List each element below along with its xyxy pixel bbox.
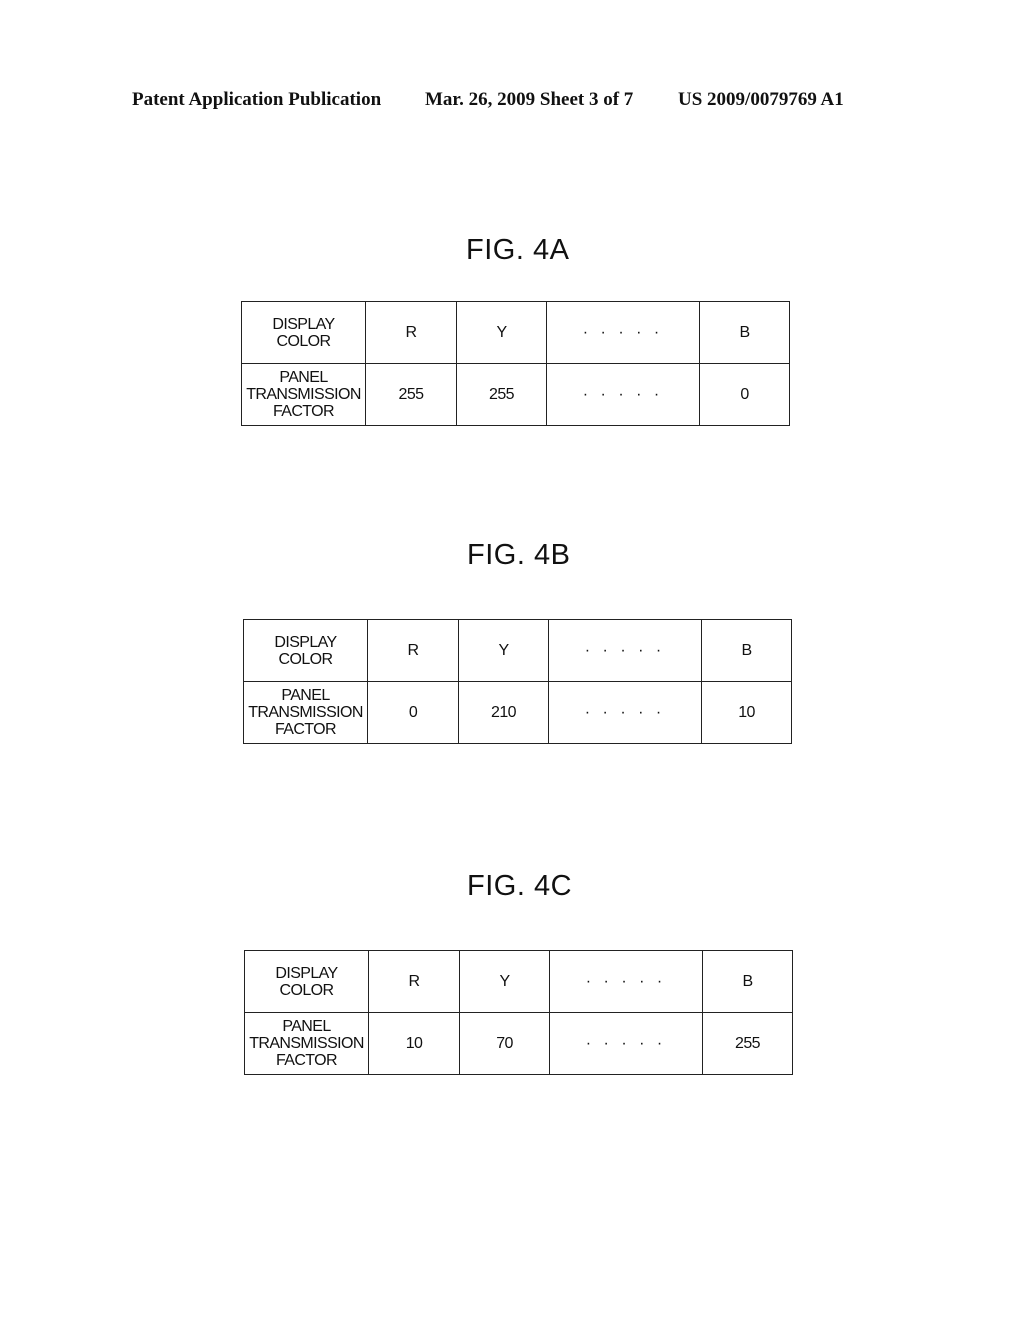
label-line: COLOR <box>276 332 332 350</box>
table-row-transmission-factor: PANEL TRANSMISSION FACTOR 255 255 · · · … <box>241 363 790 426</box>
cell-value-y: 210 <box>458 681 549 744</box>
cell-value-ellipsis: · · · · · <box>548 681 702 744</box>
cell-color-ellipsis: · · · · · <box>549 950 703 1013</box>
label-line: PANEL <box>279 369 328 386</box>
table-fig-4a: DISPLAY COLOR R Y · · · · · B PANEL TRAN… <box>241 301 790 426</box>
label-line: TRANSMISSION <box>249 1035 364 1052</box>
figure-title-4a: FIG. 4A <box>466 234 570 266</box>
publication-date-sheet: Mar. 26, 2009 Sheet 3 of 7 <box>425 89 634 110</box>
row-header-display-color: DISPLAY COLOR <box>243 619 368 682</box>
label-line: PANEL <box>281 687 330 704</box>
cell-color-y: Y <box>456 301 547 364</box>
row-header-transmission-factor: PANEL TRANSMISSION FACTOR <box>244 1012 369 1075</box>
row-header-display-color: DISPLAY COLOR <box>241 301 366 364</box>
cell-value-b: 0 <box>699 363 790 426</box>
cell-color-y: Y <box>458 619 549 682</box>
label-line: DISPLAY <box>275 964 338 982</box>
publication-number: US 2009/0079769 A1 <box>678 89 844 110</box>
figure-title-4b: FIG. 4B <box>467 539 571 571</box>
cell-color-b: B <box>699 301 790 364</box>
label-line: FACTOR <box>274 721 337 738</box>
table-row-display-color: DISPLAY COLOR R Y · · · · · B <box>244 950 793 1013</box>
cell-value-ellipsis: · · · · · <box>549 1012 703 1075</box>
label-line: TRANSMISSION <box>246 386 361 403</box>
cell-color-b: B <box>702 950 793 1013</box>
cell-value-b: 255 <box>702 1012 793 1075</box>
cell-color-r: R <box>367 619 459 682</box>
label-line: COLOR <box>278 650 334 668</box>
table-row-display-color: DISPLAY COLOR R Y · · · · · B <box>243 619 792 682</box>
label-line: PANEL <box>282 1018 331 1035</box>
label-line: FACTOR <box>272 403 335 420</box>
cell-value-y: 255 <box>456 363 547 426</box>
label-line: DISPLAY <box>274 633 337 651</box>
publication-type: Patent Application Publication <box>132 89 382 110</box>
table-row-display-color: DISPLAY COLOR R Y · · · · · B <box>241 301 790 364</box>
table-row-transmission-factor: PANEL TRANSMISSION FACTOR 0 210 · · · · … <box>243 681 792 744</box>
figure-title-4c: FIG. 4C <box>467 870 573 902</box>
cell-value-r: 255 <box>365 363 457 426</box>
cell-value-ellipsis: · · · · · <box>546 363 700 426</box>
table-fig-4c: DISPLAY COLOR R Y · · · · · B PANEL TRAN… <box>244 950 793 1075</box>
cell-color-r: R <box>368 950 460 1013</box>
label-line: DISPLAY <box>272 315 335 333</box>
cell-color-y: Y <box>459 950 550 1013</box>
cell-color-r: R <box>365 301 457 364</box>
label-line: COLOR <box>279 981 335 999</box>
cell-value-y: 70 <box>459 1012 550 1075</box>
row-header-display-color: DISPLAY COLOR <box>244 950 369 1013</box>
cell-color-ellipsis: · · · · · <box>546 301 700 364</box>
cell-value-r: 10 <box>368 1012 460 1075</box>
row-header-transmission-factor: PANEL TRANSMISSION FACTOR <box>241 363 366 426</box>
label-line: FACTOR <box>275 1052 338 1069</box>
cell-value-r: 0 <box>367 681 459 744</box>
label-line: TRANSMISSION <box>248 704 363 721</box>
cell-color-ellipsis: · · · · · <box>548 619 702 682</box>
row-header-transmission-factor: PANEL TRANSMISSION FACTOR <box>243 681 368 744</box>
table-row-transmission-factor: PANEL TRANSMISSION FACTOR 10 70 · · · · … <box>244 1012 793 1075</box>
cell-color-b: B <box>701 619 792 682</box>
cell-value-b: 10 <box>701 681 792 744</box>
table-fig-4b: DISPLAY COLOR R Y · · · · · B PANEL TRAN… <box>243 619 792 744</box>
